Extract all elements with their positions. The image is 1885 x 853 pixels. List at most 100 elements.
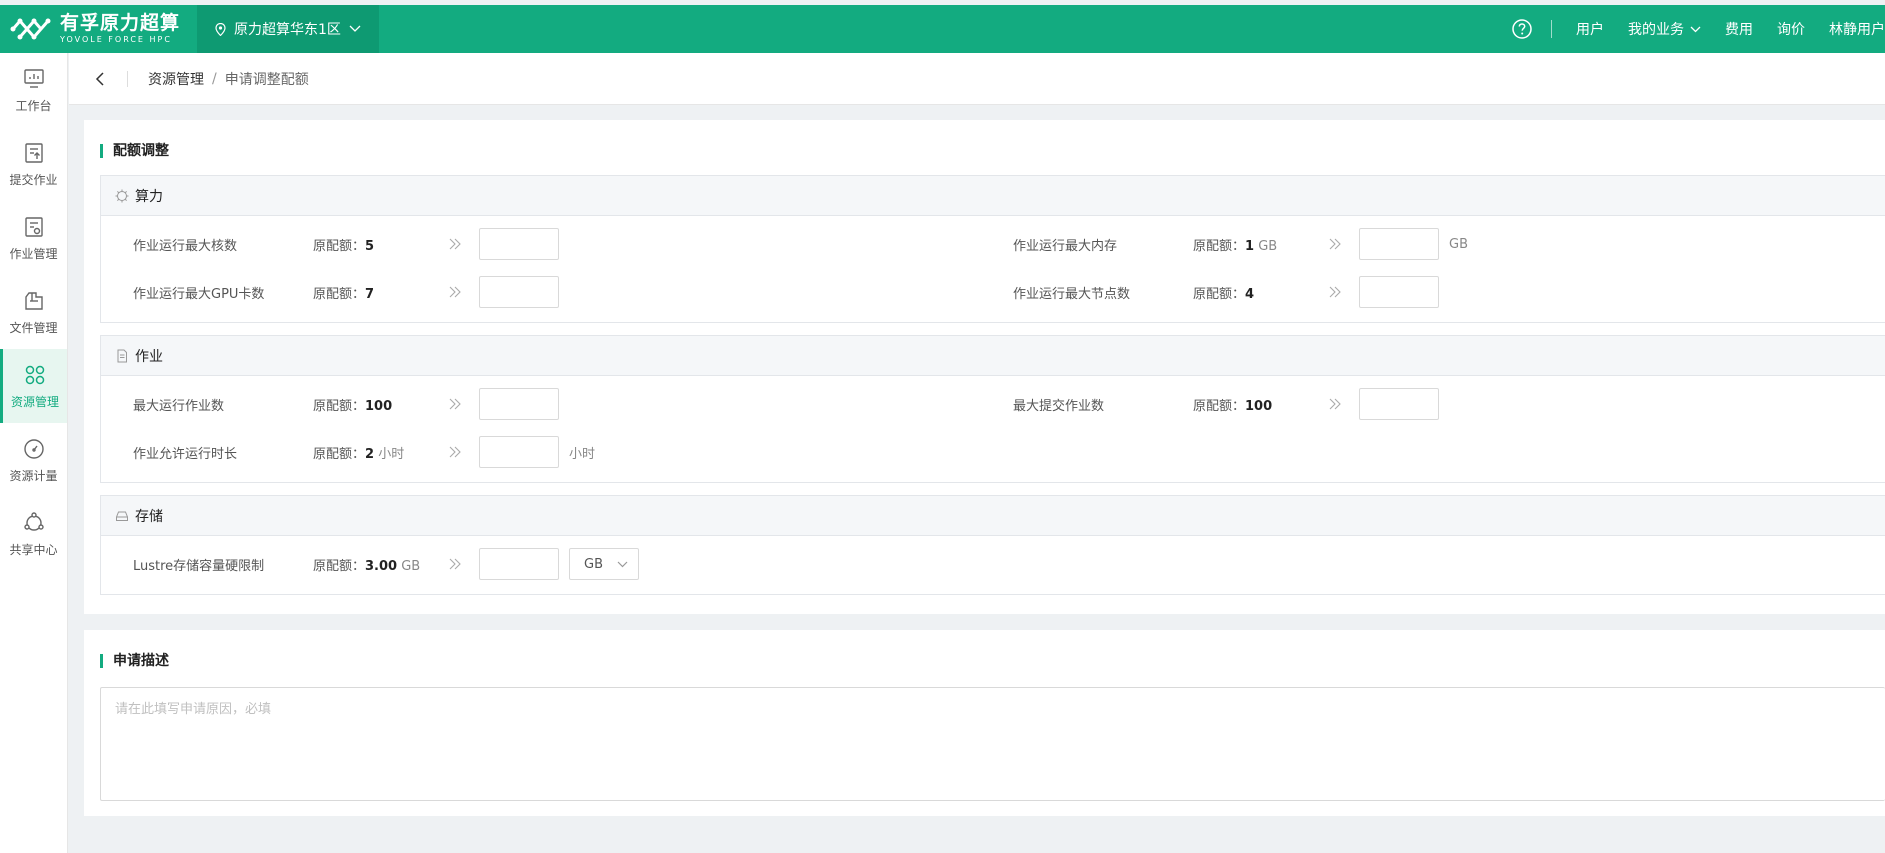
quota-card: 配额调整 算力 作业运行最大核数 原配额：5 作业运行最大内存 原配额：1 GB…: [84, 120, 1885, 614]
sidebar-item-label: 共享中心: [9, 542, 58, 557]
storage-section-header: 存储: [101, 496, 1885, 536]
quota-title: 配额调整: [100, 144, 169, 158]
original-quota: 原配额：5: [313, 235, 374, 254]
unit-label: 小时: [378, 446, 405, 462]
logo-cn-text: 有孚原力超算: [60, 12, 181, 34]
nav-user[interactable]: 用户: [1576, 19, 1604, 39]
unit-label: GB: [1449, 236, 1468, 252]
nav-cost[interactable]: 费用: [1725, 19, 1753, 39]
unit-select[interactable]: GB: [569, 548, 639, 580]
nav-my-business[interactable]: 我的业务: [1628, 19, 1701, 39]
max-runtime-input[interactable]: [479, 436, 559, 468]
original-quota: 原配额：3.00 GB: [313, 555, 420, 574]
original-quota-value: 2: [365, 446, 375, 462]
sidebar-item-job-manage[interactable]: 作业管理: [0, 201, 67, 275]
original-quota-label: 原配额：: [313, 238, 366, 254]
original-quota-label: 原配额：: [313, 286, 366, 302]
doc-gear-icon: [24, 216, 43, 237]
sidebar-item-file-manage[interactable]: 文件管理: [0, 275, 67, 349]
original-quota-label: 原配额：: [313, 398, 366, 414]
original-quota-label: 原配额：: [1193, 398, 1246, 414]
original-quota: 原配额：2 小时: [313, 443, 404, 462]
description-textarea[interactable]: [100, 687, 1885, 801]
lustre-limit-input[interactable]: [479, 548, 559, 580]
max-memory-input[interactable]: [1359, 228, 1439, 260]
max-nodes-input[interactable]: [1359, 276, 1439, 308]
sidebar-item-label: 资源计量: [9, 468, 58, 483]
original-quota-label: 原配额：: [1193, 238, 1246, 254]
double-chevron-right-icon: [1329, 238, 1341, 250]
sidebar-item-label: 资源管理: [10, 394, 59, 409]
double-chevron-right-icon: [1329, 398, 1341, 410]
quota-row-lustre-limit: Lustre存储容量硬限制 原配额：3.00 GB GB: [101, 547, 981, 581]
max-gpu-input[interactable]: [479, 276, 559, 308]
original-quota-value: 3.00: [365, 558, 398, 574]
grid-circles-icon: [25, 365, 45, 384]
help-icon[interactable]: [1511, 18, 1533, 40]
sidebar-item-label: 提交作业: [9, 172, 58, 187]
double-chevron-right-icon: [449, 286, 461, 298]
unit-label: GB: [401, 558, 421, 574]
storage-section-title: 存储: [135, 508, 163, 525]
monitor-icon: [23, 68, 44, 88]
field-label: 作业运行最大节点数: [1013, 286, 1131, 302]
job-section-header: 作业: [101, 336, 1885, 376]
breadcrumb-root[interactable]: 资源管理: [148, 69, 204, 89]
double-chevron-right-icon: [1329, 286, 1341, 298]
unit-label: GB: [1258, 238, 1278, 254]
chevron-down-icon: [617, 561, 628, 567]
quota-row-max-cores: 作业运行最大核数 原配额：5: [101, 227, 981, 261]
original-quota-label: 原配额：: [313, 446, 366, 462]
max-submit-jobs-input[interactable]: [1359, 388, 1439, 420]
double-chevron-right-icon: [449, 238, 461, 250]
field-label: Lustre存储容量硬限制: [133, 558, 265, 574]
description-card: 申请描述: [84, 630, 1885, 816]
original-quota-label: 原配额：: [1193, 286, 1246, 302]
original-quota: 原配额：100: [313, 395, 392, 414]
field-label: 最大运行作业数: [133, 398, 225, 414]
quota-row-max-submit-jobs: 最大提交作业数 原配额：100: [981, 387, 1885, 421]
sidebar-item-label: 作业管理: [9, 246, 58, 261]
divider: [127, 70, 128, 87]
unit-select-value: GB: [584, 556, 603, 572]
original-quota: 原配额：4: [1193, 283, 1254, 302]
nav-inquiry[interactable]: 询价: [1777, 19, 1805, 39]
compute-section-header: 算力: [101, 176, 1885, 216]
sidebar-item-workbench[interactable]: 工作台: [0, 53, 67, 127]
max-cores-input[interactable]: [479, 228, 559, 260]
job-section: 作业 最大运行作业数 原配额：100 最大提交作业数 原配额：100 作业允许运…: [100, 335, 1885, 483]
original-quota-value: 100: [1245, 398, 1273, 414]
sidebar-item-resource-manage[interactable]: 资源管理: [0, 349, 67, 423]
divider: [1551, 20, 1552, 38]
logo-en-text: YOVOLE FORCE HPC: [60, 35, 172, 44]
sidebar-item-label: 工作台: [15, 98, 52, 113]
logo[interactable]: 有孚原力超算 YOVOLE FORCE HPC: [0, 5, 197, 53]
region-selector[interactable]: 原力超算华东1区: [197, 5, 379, 53]
field-label: 作业允许运行时长: [133, 446, 238, 462]
sidebar-item-resource-metering[interactable]: 资源计量: [0, 423, 67, 497]
job-section-title: 作业: [135, 348, 163, 365]
field-label: 最大提交作业数: [1013, 398, 1105, 414]
quota-row-max-memory: 作业运行最大内存 原配额：1 GB GB: [981, 227, 1885, 261]
original-quota-label: 原配额：: [313, 558, 366, 574]
logo-mark-icon: [10, 18, 51, 40]
field-label: 作业运行最大核数: [133, 238, 238, 254]
compute-section: 算力 作业运行最大核数 原配额：5 作业运行最大内存 原配额：1 GB GB 作…: [100, 175, 1885, 323]
double-chevron-right-icon: [449, 558, 461, 570]
cpu-icon: [115, 189, 129, 202]
max-running-jobs-input[interactable]: [479, 388, 559, 420]
quota-row-max-nodes: 作业运行最大节点数 原配额：4: [981, 275, 1885, 309]
location-pin-icon: [215, 22, 226, 36]
sidebar-item-submit-job[interactable]: 提交作业: [0, 127, 67, 201]
original-quota-value: 100: [365, 398, 393, 414]
folder-icon: [24, 291, 43, 310]
sidebar-item-share-center[interactable]: 共享中心: [0, 497, 67, 571]
sidebar: 工作台 提交作业 作业管理 文件管理 资源管理 资源计量 共享中心: [0, 53, 68, 853]
original-quota: 原配额：100: [1193, 395, 1272, 414]
double-chevron-right-icon: [449, 446, 461, 458]
original-quota-value: 5: [365, 238, 375, 254]
unit-label: 小时: [569, 446, 596, 462]
nav-account[interactable]: 林静用户: [1829, 19, 1885, 39]
description-title: 申请描述: [100, 654, 169, 668]
back-arrow-icon[interactable]: [93, 71, 109, 87]
